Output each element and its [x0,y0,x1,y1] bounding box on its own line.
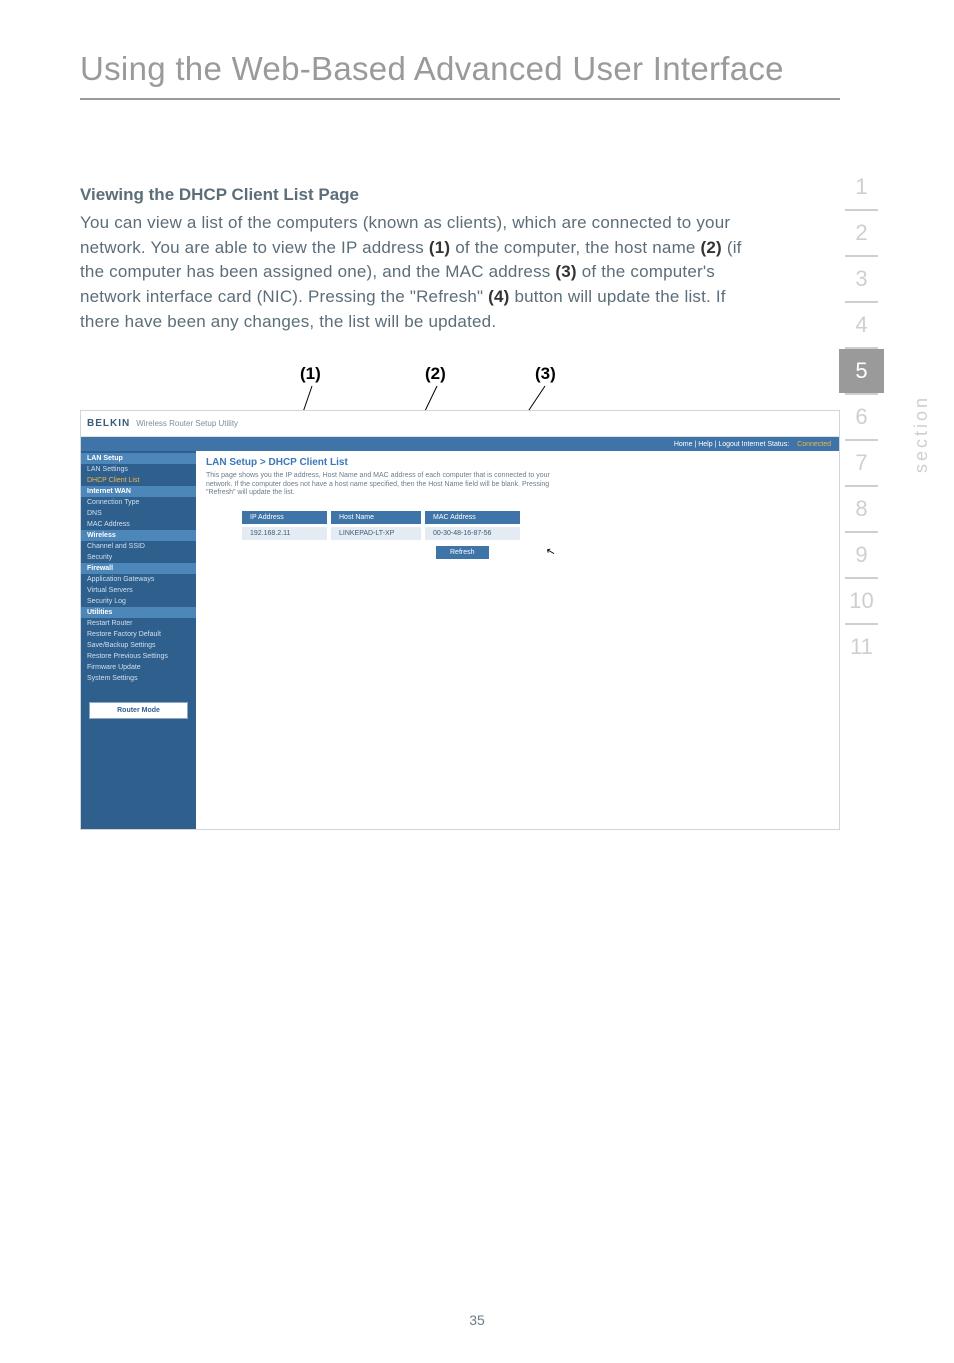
breadcrumb: LAN Setup > DHCP Client List [206,457,829,468]
section-nav: 1234567891011 [839,165,884,669]
sidebar-item[interactable]: Firmware Update [81,662,196,673]
logo-subtext: Wireless Router Setup Utility [136,419,238,428]
page-number: 35 [469,1312,485,1328]
cursor-icon: ↖ [544,544,556,559]
sidebar-item[interactable]: Restart Router [81,618,196,629]
section-label: section [911,395,932,473]
section-nav-item-4[interactable]: 4 [839,303,884,347]
figure-main: LAN Setup > DHCP Client List This page s… [196,451,839,829]
document-page: Using the Web-Based Advanced User Interf… [0,0,954,1363]
td-host: LINKEPAD-LT-XP [331,527,421,540]
page-title: Using the Web-Based Advanced User Interf… [80,50,884,88]
sidebar-item[interactable]: System Settings [81,673,196,684]
sidebar-item[interactable]: DNS [81,508,196,519]
td-ip: 192.168.2.11 [242,527,327,540]
sidebar-item[interactable]: Channel and SSID [81,541,196,552]
callout-1: (1) [300,364,321,384]
figure-body: LAN SetupLAN SettingsDHCP Client ListInt… [81,451,839,829]
ref-3: (3) [555,262,576,281]
refresh-button[interactable]: Refresh [436,546,489,559]
section-nav-item-6[interactable]: 6 [839,395,884,439]
section-heading: Viewing the DHCP Client List Page [80,185,770,205]
sidebar-item[interactable]: DHCP Client List [81,475,196,486]
logo-text: BELKIN [87,418,130,429]
section-nav-item-9[interactable]: 9 [839,533,884,577]
content-block: Viewing the DHCP Client List Page You ca… [80,185,770,830]
td-mac: 00-30-48-16-87-56 [425,527,520,540]
sidebar-group: Utilities [81,607,196,618]
section-nav-item-5[interactable]: 5 [839,349,884,393]
section-nav-item-7[interactable]: 7 [839,441,884,485]
ref-1: (1) [429,238,450,257]
th-ip: IP Address [242,511,327,524]
sidebar-mode: Router Mode [89,702,188,719]
figure-description: This page shows you the IP address, Host… [206,472,566,497]
figure-header: BELKIN Wireless Router Setup Utility [81,411,839,437]
body-part: of the computer, the host name [450,238,700,257]
figure-router-ui: BELKIN Wireless Router Setup Utility Hom… [80,410,840,830]
table-row: 192.168.2.11 LINKEPAD-LT-XP 00-30-48-16-… [242,527,829,540]
sidebar-item[interactable]: Virtual Servers [81,585,196,596]
sidebar-group: LAN Setup [81,453,196,464]
sidebar-group: Firewall [81,563,196,574]
section-nav-item-11[interactable]: 11 [839,625,884,669]
body-text: You can view a list of the computers (kn… [80,211,770,334]
sidebar-item[interactable]: Security [81,552,196,563]
sidebar-item[interactable]: Connection Type [81,497,196,508]
title-rule [80,98,840,100]
section-nav-item-3[interactable]: 3 [839,257,884,301]
sidebar-item[interactable]: Restore Previous Settings [81,651,196,662]
sidebar-item[interactable]: LAN Settings [81,464,196,475]
sidebar-item[interactable]: Security Log [81,596,196,607]
callout-2: (2) [425,364,446,384]
ref-2: (2) [701,238,722,257]
topbar-links[interactable]: Home | Help | Logout Internet Status: [674,441,789,448]
dhcp-table: IP Address Host Name MAC Address 192.168… [242,511,829,540]
sidebar-item[interactable]: Save/Backup Settings [81,640,196,651]
sidebar-item[interactable]: MAC Address [81,519,196,530]
sidebar-group: Wireless [81,530,196,541]
section-nav-item-1[interactable]: 1 [839,165,884,209]
figure-sidebar: LAN SetupLAN SettingsDHCP Client ListInt… [81,451,196,829]
sidebar-group: Internet WAN [81,486,196,497]
figure-topbar: Home | Help | Logout Internet Status: Co… [81,437,839,451]
ref-4: (4) [488,287,509,306]
section-nav-item-10[interactable]: 10 [839,579,884,623]
section-nav-item-2[interactable]: 2 [839,211,884,255]
sidebar-item[interactable]: Restore Factory Default [81,629,196,640]
callout-labels: (1) (2) (3) (4) [80,364,770,365]
th-host: Host Name [331,511,421,524]
section-nav-item-8[interactable]: 8 [839,487,884,531]
sidebar-item[interactable]: Application Gateways [81,574,196,585]
th-mac: MAC Address [425,511,520,524]
topbar-status: Connected [797,441,831,448]
table-header-row: IP Address Host Name MAC Address [242,511,829,524]
callout-3: (3) [535,364,556,384]
